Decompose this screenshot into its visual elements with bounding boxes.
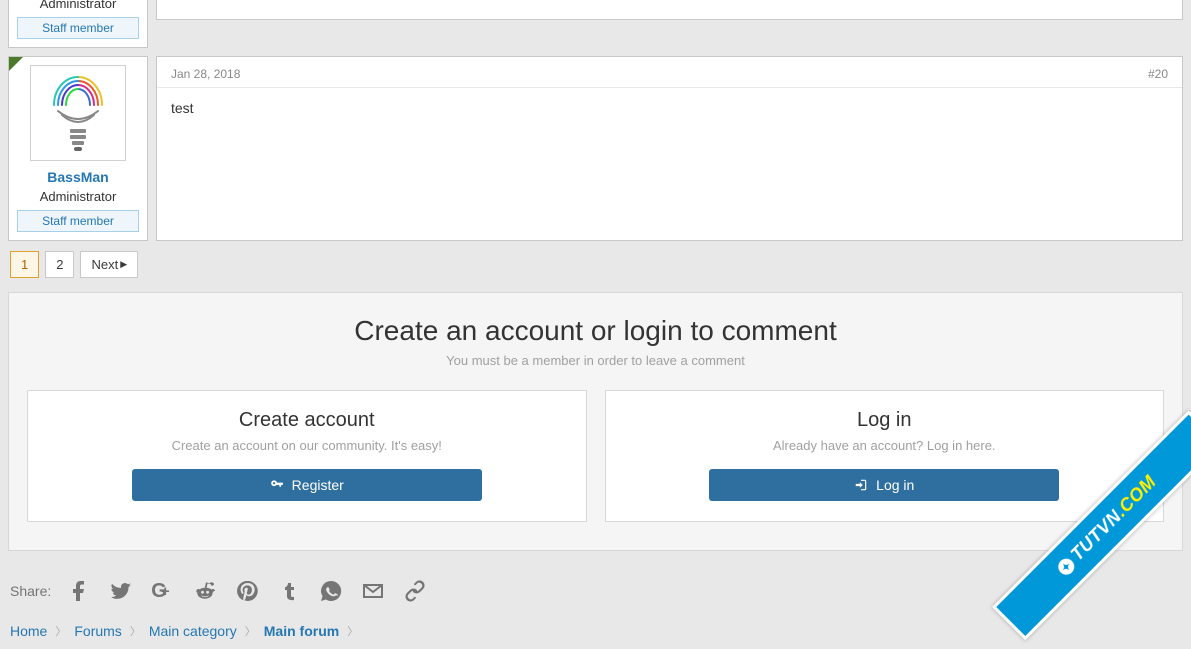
reddit-icon[interactable] bbox=[193, 579, 217, 603]
tumblr-icon[interactable] bbox=[277, 579, 301, 603]
twitter-icon[interactable] bbox=[109, 579, 133, 603]
create-account-subtitle: Create an account on our community. It's… bbox=[48, 438, 566, 453]
chevron-right-icon: ▶ bbox=[120, 259, 127, 270]
login-box: Log in Already have an account? Log in h… bbox=[605, 390, 1165, 522]
post-body-cell bbox=[156, 0, 1183, 20]
login-subtitle: Already have an account? Log in here. bbox=[626, 438, 1144, 453]
comment-cta-section: Create an account or login to comment Yo… bbox=[8, 292, 1183, 551]
post-row-partial: Administrator Staff member bbox=[8, 0, 1183, 48]
register-button[interactable]: Register bbox=[132, 469, 482, 501]
login-button-label: Log in bbox=[876, 477, 914, 493]
post-user-cell: BassMan Administrator Staff member bbox=[8, 56, 148, 241]
page-1-button[interactable]: 1 bbox=[10, 251, 39, 278]
breadcrumb-main-forum[interactable]: Main forum bbox=[264, 623, 339, 639]
chevron-right-icon: 〉 bbox=[345, 623, 360, 639]
breadcrumb-home[interactable]: Home bbox=[10, 623, 47, 639]
corner-banner bbox=[9, 57, 23, 71]
user-role: Administrator bbox=[17, 0, 139, 11]
breadcrumb: Home 〉 Forums 〉 Main category 〉 Main for… bbox=[8, 621, 1183, 649]
globe-icon: ✦ bbox=[1055, 556, 1078, 579]
post-user-cell: Administrator Staff member bbox=[8, 0, 148, 48]
pagination: 1 2 Next ▶ bbox=[10, 251, 1183, 278]
chevron-right-icon: 〉 bbox=[128, 623, 143, 639]
page-next-button[interactable]: Next ▶ bbox=[80, 251, 138, 278]
post-header: Jan 28, 2018 #20 bbox=[157, 57, 1182, 88]
google-plus-icon[interactable]: G+ bbox=[151, 579, 175, 603]
lightbulb-avatar-icon bbox=[46, 73, 110, 153]
chevron-right-icon: 〉 bbox=[243, 623, 258, 639]
user-badge: Staff member bbox=[17, 17, 139, 39]
user-badge: Staff member bbox=[17, 210, 139, 232]
post-number-link[interactable]: #20 bbox=[1148, 67, 1168, 81]
cta-title: Create an account or login to comment bbox=[27, 315, 1164, 347]
facebook-icon[interactable] bbox=[67, 579, 91, 603]
create-account-title: Create account bbox=[48, 409, 566, 432]
login-title: Log in bbox=[626, 409, 1144, 432]
create-account-box: Create account Create an account on our … bbox=[27, 390, 587, 522]
user-name-link[interactable]: BassMan bbox=[17, 169, 139, 185]
login-arrow-icon bbox=[854, 478, 868, 492]
chevron-right-icon: 〉 bbox=[53, 623, 68, 639]
pinterest-icon[interactable] bbox=[235, 579, 259, 603]
share-label: Share: bbox=[10, 583, 51, 599]
post-body-cell: Jan 28, 2018 #20 test bbox=[156, 56, 1183, 241]
page-next-label: Next bbox=[91, 257, 118, 272]
whatsapp-icon[interactable] bbox=[319, 579, 343, 603]
post-date-link[interactable]: Jan 28, 2018 bbox=[171, 67, 240, 81]
cta-subtitle: You must be a member in order to leave a… bbox=[27, 353, 1164, 368]
breadcrumb-main-category[interactable]: Main category bbox=[149, 623, 237, 639]
page-2-button[interactable]: 2 bbox=[45, 251, 74, 278]
share-icons: G+ bbox=[67, 579, 427, 603]
login-button[interactable]: Log in bbox=[709, 469, 1059, 501]
user-role: Administrator bbox=[17, 189, 139, 204]
key-icon bbox=[270, 478, 284, 492]
email-icon[interactable] bbox=[361, 579, 385, 603]
breadcrumb-forums[interactable]: Forums bbox=[74, 623, 121, 639]
register-button-label: Register bbox=[292, 477, 344, 493]
post-row: BassMan Administrator Staff member Jan 2… bbox=[8, 56, 1183, 241]
post-content: test bbox=[157, 88, 1182, 146]
avatar[interactable] bbox=[30, 65, 126, 161]
link-icon[interactable] bbox=[403, 579, 427, 603]
